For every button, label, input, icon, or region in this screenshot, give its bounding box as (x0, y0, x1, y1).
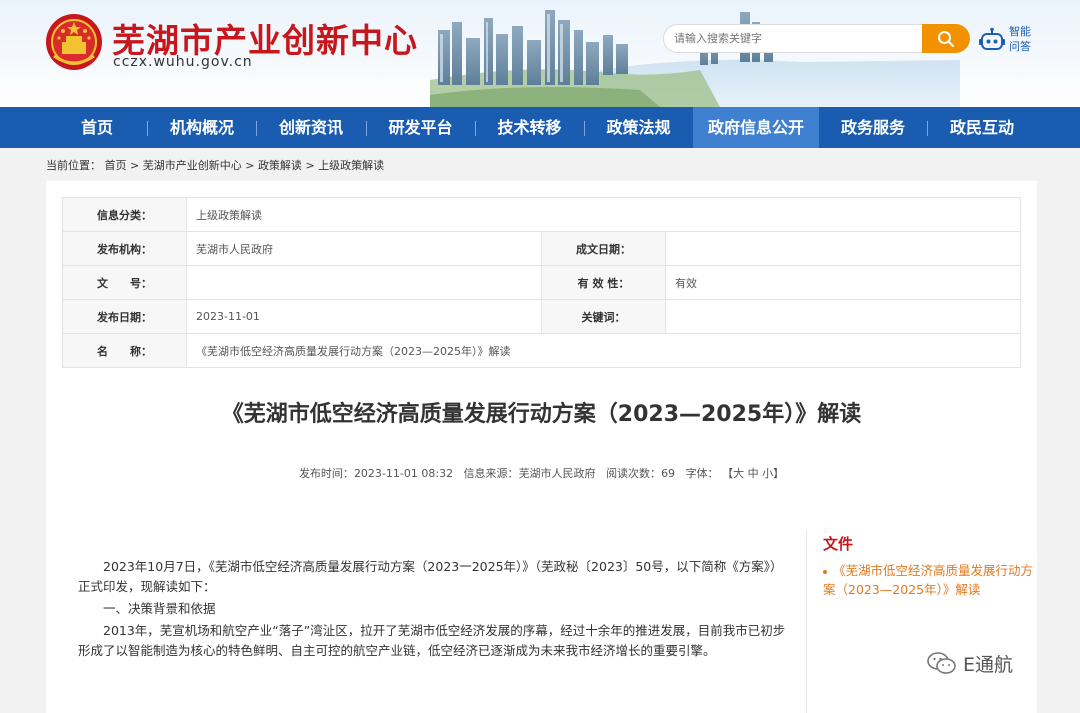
ai-label-line1: 智能 (1009, 25, 1031, 38)
breadcrumb-policy-interpretation[interactable]: 政策解读 (258, 159, 302, 172)
font-bracket-close: 】 (773, 467, 785, 480)
breadcrumb-separator: > (305, 159, 315, 172)
validity-label: 有 效 性： (541, 265, 666, 300)
sidebar-file-link[interactable]: 《芜湖市低空经济高质量发展行动方案（2023—2025年）》解读 (823, 561, 1033, 599)
doc-no-value (186, 265, 542, 300)
font-size-switcher: 【大 中 小】 (722, 467, 784, 480)
table-row: 文 号： 有 效 性： 有效 (62, 265, 1021, 300)
name-value: 《芜湖市低空经济高质量发展行动方案（2023—2025年）》解读 (186, 333, 1021, 368)
nav-item-gov-info[interactable]: 政府信息公开 (693, 107, 819, 148)
name-label: 名 称： (62, 333, 187, 368)
keywords-label: 关键词： (541, 299, 666, 334)
nav-item-tech-transfer[interactable]: 技术转移 (475, 107, 584, 148)
nav-item-rd-platform[interactable]: 研发平台 (366, 107, 475, 148)
meta-source-label: 信息来源： (463, 467, 519, 480)
publish-date-value: 2023-11-01 (186, 299, 542, 334)
meta-time: 2023-11-01 08:32 (353, 467, 454, 480)
search-input[interactable] (663, 24, 923, 53)
breadcrumb-upper-policy[interactable]: 上级政策解读 (318, 159, 384, 172)
meta-font-label: 字体： (685, 467, 719, 480)
breadcrumb-separator: > (245, 159, 255, 172)
watermark-text: E通航 (963, 654, 1014, 676)
font-small-button[interactable]: 小 (762, 467, 773, 480)
nav-item-about[interactable]: 机构概况 (148, 107, 256, 148)
font-large-button[interactable]: 大 (733, 467, 744, 480)
sidebar-divider (806, 531, 807, 713)
breadcrumb-home[interactable]: 首页 (105, 159, 127, 172)
date-written-value (665, 231, 1021, 266)
article-paragraph: 2013年，芜宣机场和航空产业“落子”湾沚区，拉开了芜湖市低空经济发展的序幕，经… (78, 623, 786, 658)
site-url: cczx.wuhu.gov.cn (113, 54, 253, 70)
article-body: 2023年10月7日，《芜湖市低空经济高质量发展行动方案（2023一2025年）… (78, 557, 793, 663)
ai-qa-link[interactable]: 智能 问答 (1009, 24, 1039, 54)
nav-item-news[interactable]: 创新资讯 (256, 107, 366, 148)
national-emblem-icon (46, 14, 102, 70)
search-icon (938, 30, 954, 47)
info-table: 信息分类： 上级政策解读 发布机构： 芜湖市人民政府 成文日期： 文 号： 有 … (62, 197, 1021, 368)
article-meta: 发布时间：2023-11-01 08:32 信息来源：芜湖市人民政府 阅读次数：… (46, 465, 1037, 481)
meta-time-label: 发布时间： (298, 467, 354, 480)
doc-no-label: 文 号： (62, 265, 187, 300)
sidebar-heading: 文件 (823, 535, 854, 553)
font-bracket-open: 【 (722, 467, 734, 480)
meta-views-label: 阅读次数： (606, 467, 662, 480)
breadcrumb-center[interactable]: 芜湖市产业创新中心 (143, 159, 242, 172)
issuer-label: 发布机构： (62, 231, 187, 266)
article-section-heading: 一、决策背景和依据 (103, 601, 216, 616)
robot-assistant-icon[interactable] (979, 27, 1005, 53)
wechat-icon (927, 651, 956, 674)
bullet-icon (823, 569, 827, 574)
date-written-label: 成文日期： (541, 231, 666, 266)
site-header: 芜湖市产业创新中心 cczx.wuhu.gov.cn 智能 问答 (0, 0, 1080, 107)
table-row: 信息分类： 上级政策解读 (62, 197, 1021, 232)
meta-source: 芜湖市人民政府 (518, 467, 596, 480)
table-row: 名 称： 《芜湖市低空经济高质量发展行动方案（2023—2025年）》解读 (62, 333, 1021, 368)
category-value: 上级政策解读 (186, 197, 1021, 232)
article-paragraph: 2023年10月7日，《芜湖市低空经济高质量发展行动方案（2023一2025年）… (78, 559, 783, 594)
ai-label-line2: 问答 (1009, 40, 1031, 53)
nav-item-home[interactable]: 首页 (46, 107, 148, 148)
nav-item-policy[interactable]: 政策法规 (584, 107, 693, 148)
nav-item-interaction[interactable]: 政民互动 (927, 107, 1037, 148)
meta-views: 69 (661, 467, 676, 480)
sidebar-file-link-text: 《芜湖市低空经济高质量发展行动方案（2023—2025年）》解读 (823, 563, 1034, 597)
breadcrumb-prefix: 当前位置： (46, 159, 101, 172)
table-row: 发布日期： 2023-11-01 关键词： (62, 299, 1021, 334)
wechat-watermark: E通航 (927, 650, 1013, 677)
breadcrumb: 当前位置： 首页 > 芜湖市产业创新中心 > 政策解读 > 上级政策解读 (46, 157, 384, 173)
category-label: 信息分类： (62, 197, 187, 232)
main-nav: 首页 机构概况 创新资讯 研发平台 技术转移 政策法规 政府信息公开 政务服务 … (0, 107, 1080, 148)
keywords-value (665, 299, 1021, 334)
search-button[interactable] (922, 24, 970, 53)
validity-value: 有效 (665, 265, 1021, 300)
content-panel: 信息分类： 上级政策解读 发布机构： 芜湖市人民政府 成文日期： 文 号： 有 … (46, 181, 1037, 713)
breadcrumb-separator: > (130, 159, 140, 172)
issuer-value: 芜湖市人民政府 (186, 231, 542, 266)
nav-item-gov-service[interactable]: 政务服务 (819, 107, 927, 148)
font-medium-button[interactable]: 中 (748, 467, 759, 480)
article-title: 《芜湖市低空经济高质量发展行动方案（2023—2025年）》解读 (221, 402, 862, 427)
table-row: 发布机构： 芜湖市人民政府 成文日期： (62, 231, 1021, 266)
publish-date-label: 发布日期： (62, 299, 187, 334)
